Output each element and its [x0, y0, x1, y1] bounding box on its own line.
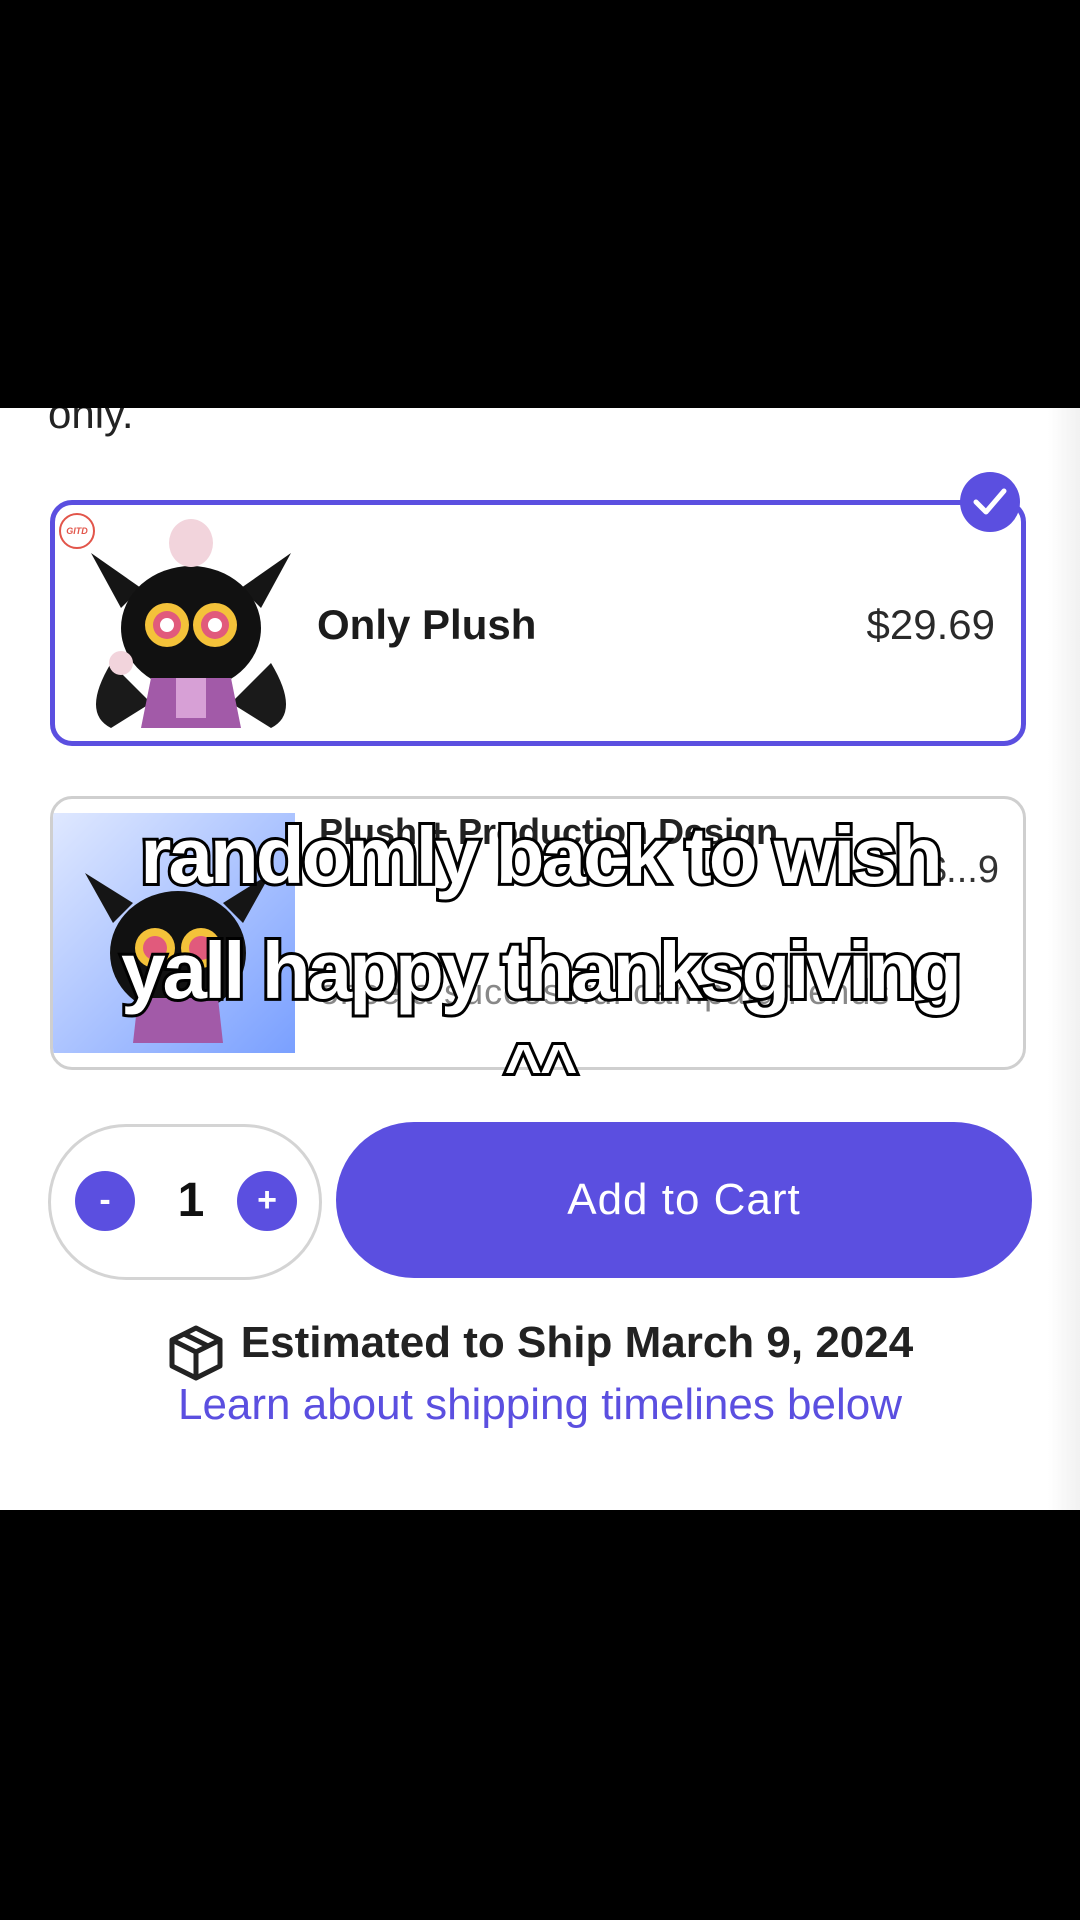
plush-image: [91, 519, 291, 728]
quantity-value: 1: [177, 1174, 205, 1227]
shipping-estimate: Estimated to Ship March 9, 2024: [0, 1318, 1080, 1382]
video-caption-line-3: ^^: [502, 1028, 581, 1106]
decrease-quantity-button[interactable]: -: [75, 1171, 135, 1231]
quantity-stepper: - 1 +: [48, 1124, 322, 1280]
option-price: $29.69: [866, 601, 995, 648]
shipping-estimate-text: Estimated to Ship March 9, 2024: [240, 1318, 914, 1367]
checkmark-icon: [973, 488, 1007, 515]
intro-text: only.: [48, 408, 134, 437]
video-caption-line-2: yall happy thanksgiving: [118, 923, 965, 1018]
shipping-timelines-link[interactable]: Learn about shipping timelines below: [0, 1380, 1080, 1430]
option-title: Only Plush: [317, 601, 537, 648]
increase-quantity-button[interactable]: +: [237, 1171, 297, 1231]
option-only-plush[interactable]: GITD Only Plush $29.69: [50, 500, 1026, 746]
add-to-cart-button[interactable]: Add to Cart: [336, 1122, 1032, 1278]
selected-check-badge: [960, 472, 1020, 532]
package-box-icon: [169, 1325, 223, 1381]
video-caption-line-1: randomly back to wish: [137, 808, 945, 903]
